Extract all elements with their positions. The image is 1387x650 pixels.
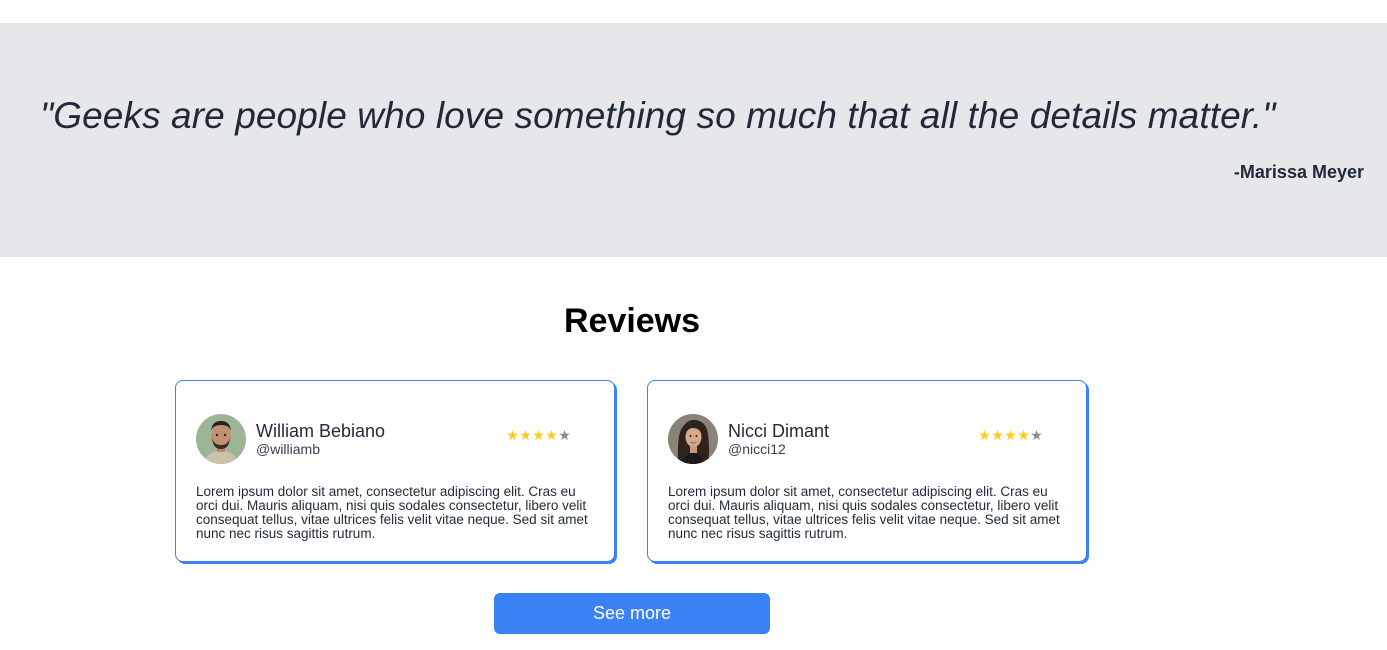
- star-icon: ★: [545, 427, 558, 443]
- star-icon: ★: [506, 427, 519, 443]
- star-icon: ★: [978, 427, 991, 443]
- avatar: [196, 414, 246, 464]
- man-portrait-avatar-icon: [196, 414, 246, 464]
- star-icon: ★: [991, 427, 1004, 443]
- quote-text: "Geeks are people who love something so …: [40, 95, 1276, 136]
- reviewer-handle: @williamb: [256, 441, 320, 457]
- quote-author: -Marissa Meyer: [1233, 162, 1364, 182]
- review-text: Lorem ipsum dolor sit amet, consectetur …: [196, 484, 588, 541]
- star-rating: ★ ★ ★ ★ ★: [978, 428, 1043, 442]
- star-rating: ★ ★ ★ ★ ★: [506, 428, 571, 442]
- star-icon: ★: [1017, 427, 1030, 443]
- star-empty-icon: ★: [558, 427, 571, 443]
- star-icon: ★: [519, 427, 532, 443]
- star-icon: ★: [1004, 427, 1017, 443]
- woman-portrait-avatar-icon: [668, 414, 718, 464]
- review-card: Nicci Dimant @nicci12 ★ ★ ★ ★ ★ Lorem ip…: [647, 380, 1087, 562]
- reviewer-name: Nicci Dimant: [728, 421, 830, 441]
- see-more-button[interactable]: See more: [494, 593, 770, 634]
- page: "Geeks are people who love something so …: [0, 0, 1387, 650]
- reviewer-name: William Bebiano: [256, 421, 386, 441]
- reviews-heading: Reviews: [563, 302, 701, 340]
- review-card: William Bebiano @williamb ★ ★ ★ ★ ★ Lore…: [175, 380, 615, 562]
- quote-section: "Geeks are people who love something so …: [0, 23, 1387, 257]
- star-icon: ★: [532, 427, 545, 443]
- avatar: [668, 414, 718, 464]
- star-empty-icon: ★: [1030, 427, 1043, 443]
- reviewer-handle: @nicci12: [728, 441, 786, 457]
- review-text: Lorem ipsum dolor sit amet, consectetur …: [668, 484, 1060, 541]
